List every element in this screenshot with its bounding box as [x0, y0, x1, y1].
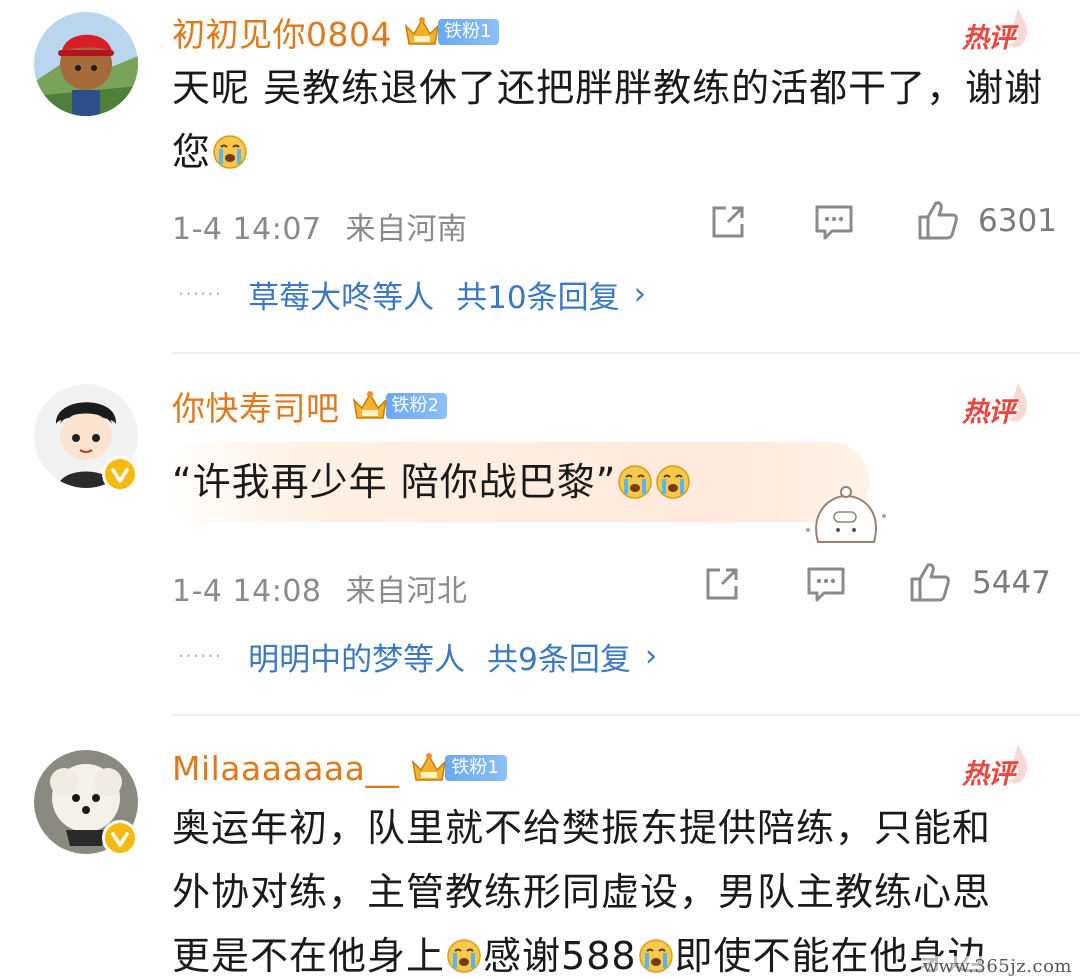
like-icon[interactable]	[916, 198, 960, 242]
comment-text: 天呢 吴教练退休了还把胖胖教练的活都干了，谢谢您	[172, 56, 1052, 184]
crown-icon	[350, 388, 390, 424]
reply-total-link[interactable]: 共10条回复	[456, 272, 619, 317]
hot-comment-label: 热评	[962, 23, 1015, 54]
chevron-right-icon: ›	[644, 638, 658, 674]
timestamp: 1-4 14:08	[172, 574, 322, 609]
reply-dots: ······	[178, 282, 223, 306]
comment-text-segment: 更是不在他身上	[172, 934, 446, 978]
verified-badge-icon	[102, 456, 138, 492]
username[interactable]: 你快寿司吧	[172, 382, 340, 430]
comment-text-segment: 感谢588	[483, 934, 637, 978]
comment-text-line: 外协对练，主管教练形同虚设，男队主教练心思	[172, 870, 992, 914]
comment-text-segment: 天呢 吴教练退休了还把胖胖教练的活都干了，谢谢您	[172, 66, 1044, 174]
fan-badge[interactable]: 铁粉2	[350, 388, 447, 424]
like-count: 5447	[972, 565, 1051, 601]
location: 来自河南	[345, 212, 468, 247]
comment-meta: 1-4 14:07 来自河南	[172, 204, 468, 248]
comment-item: 你快寿司吧 铁粉2 热评 “许我再少年 陪你战巴黎” 1-4 14:08 来自河…	[0, 354, 1080, 714]
hot-comment-tag: 热评	[962, 742, 1032, 790]
fan-badge-label: 铁粉1	[437, 19, 500, 45]
username-row: Milaaaaaaa__ 铁粉1	[172, 744, 507, 792]
reply-summary[interactable]: ······ 明明中的梦 等人 共9条回复 ›	[178, 634, 657, 678]
hot-comment-tag: 热评	[962, 6, 1032, 54]
comment-item: Milaaaaaaa__ 铁粉1 热评 奥运年初，队里就不给樊振东提供陪练，只能…	[0, 716, 1080, 979]
reply-names: 明明中的梦	[248, 641, 404, 678]
crown-icon	[402, 14, 442, 50]
crying-emoji-icon	[446, 938, 482, 974]
hot-comment-label: 热评	[962, 759, 1015, 790]
fan-badge-label: 铁粉1	[445, 755, 507, 781]
username-row: 初初见你0804 铁粉1	[172, 8, 500, 56]
comment-icon[interactable]	[804, 562, 848, 606]
crying-emoji-icon	[655, 464, 691, 500]
crying-emoji-icon	[638, 938, 674, 974]
fan-badge[interactable]: 铁粉1	[409, 750, 507, 786]
comment-text: “许我再少年 陪你战巴黎”	[172, 450, 1042, 514]
fan-badge-label: 铁粉2	[385, 393, 447, 419]
hot-comment-tag: 热评	[962, 380, 1032, 428]
reply-names-suffix: 等人	[403, 641, 466, 678]
timestamp: 1-4 14:07	[172, 212, 322, 247]
reply-summary[interactable]: ······ 草莓大咚 等人 共10条回复 ›	[178, 272, 646, 316]
crown-icon	[409, 750, 449, 786]
username-row: 你快寿司吧 铁粉2	[172, 382, 447, 430]
verified-badge-icon	[102, 820, 138, 856]
watermark: www.365jz.com	[920, 956, 1074, 977]
share-icon[interactable]	[706, 200, 750, 244]
chevron-right-icon: ›	[633, 276, 647, 312]
comment-icon[interactable]	[812, 200, 856, 244]
fan-badge[interactable]: 铁粉1	[402, 14, 500, 50]
location: 来自河北	[345, 574, 468, 609]
like-icon[interactable]	[908, 560, 952, 604]
crying-emoji-icon	[617, 464, 653, 500]
crying-emoji-icon	[212, 134, 248, 170]
username[interactable]: 初初见你0804	[172, 8, 392, 56]
reply-names-suffix: 等人	[372, 279, 435, 316]
comment-text-line: 奥运年初，队里就不给樊振东提供陪练，只能和	[172, 806, 992, 850]
comment-meta: 1-4 14:08 来自河北	[172, 566, 468, 610]
hot-comment-label: 热评	[962, 397, 1015, 428]
comment-item: 初初见你0804 铁粉1 热评 天呢 吴教练退休了还把胖胖教练的活都干了，谢谢您…	[0, 0, 1080, 352]
comment-text-segment: “许我再少年 陪你战巴黎”	[172, 460, 617, 504]
reply-names: 草莓大咚	[248, 279, 373, 316]
avatar[interactable]	[34, 12, 138, 116]
reply-dots: ······	[178, 644, 223, 668]
username[interactable]: Milaaaaaaa__	[172, 749, 399, 788]
share-icon[interactable]	[700, 562, 744, 606]
comment-text: 奥运年初，队里就不给樊振东提供陪练，只能和 外协对练，主管教练形同虚设，男队主教…	[172, 796, 1052, 979]
reply-total-link[interactable]: 共9条回复	[487, 634, 631, 679]
like-count: 6301	[978, 203, 1057, 239]
